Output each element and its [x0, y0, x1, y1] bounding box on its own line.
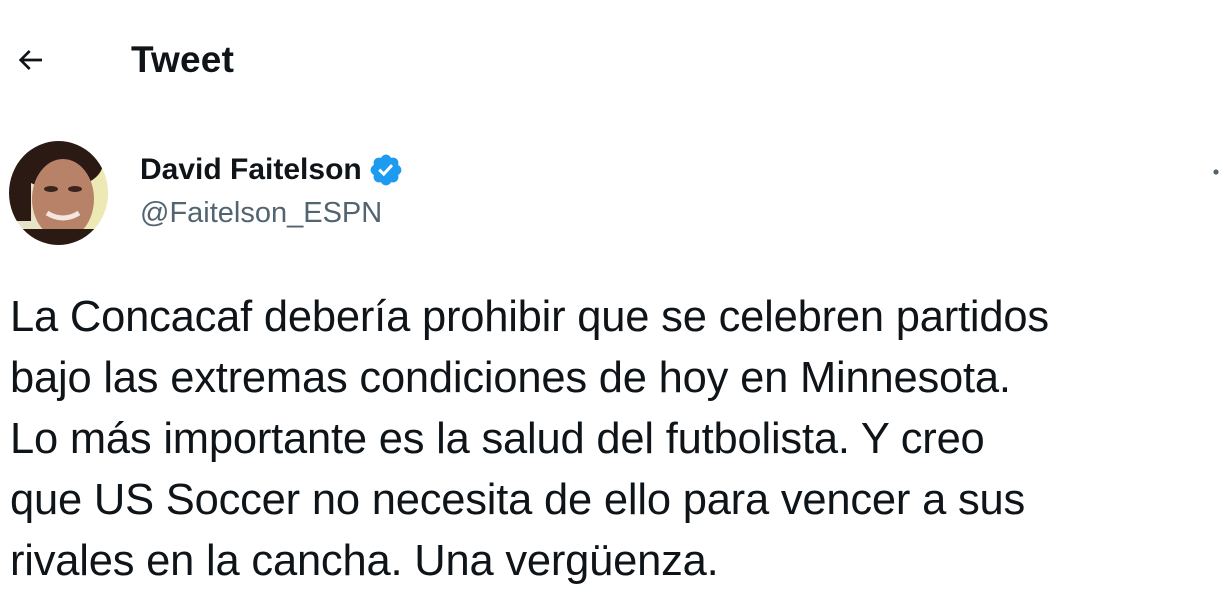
more-horizontal-icon — [1213, 169, 1219, 175]
author-handle[interactable]: @Faitelson_ESPN — [140, 195, 382, 231]
display-name: David Faitelson — [140, 153, 362, 186]
tweet-header: Tweet — [0, 0, 1224, 120]
verified-badge-icon — [370, 154, 402, 186]
tweet-author: David Faitelson @Faitelson_ESPN — [0, 135, 1224, 255]
page-title: Tweet — [131, 39, 235, 80]
author-name-row[interactable]: David Faitelson — [140, 152, 404, 188]
tweet-text: La Concacaf debería prohibir que se cele… — [10, 293, 1049, 585]
more-options-button[interactable] — [1200, 157, 1224, 187]
back-button[interactable] — [6, 36, 54, 84]
avatar[interactable] — [9, 141, 108, 245]
arrow-left-icon — [18, 50, 42, 70]
